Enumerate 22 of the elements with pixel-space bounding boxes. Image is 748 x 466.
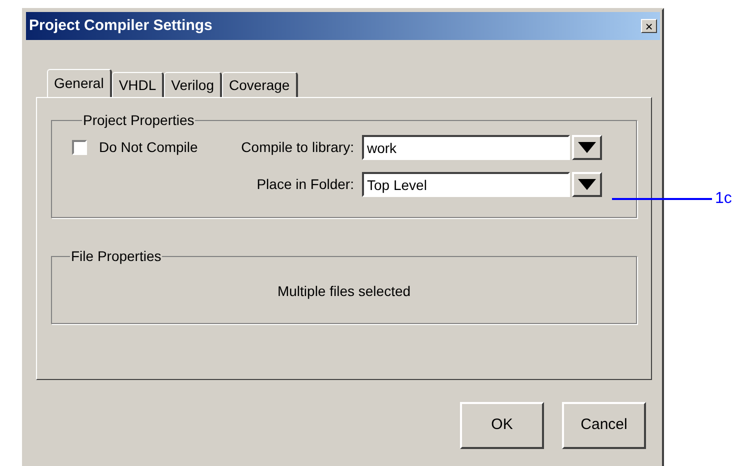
tab[interactable]: Coverage	[222, 72, 298, 97]
group-title: Project Properties	[82, 111, 196, 130]
field-label: Compile to library:	[240, 138, 355, 157]
tab[interactable]: Verilog	[164, 72, 222, 97]
input-field[interactable]: Top Level	[362, 172, 570, 197]
checkbox-label: Do Not Compile	[99, 138, 198, 157]
caret-icon	[578, 179, 596, 190]
status-message: Multiple files selected	[277, 282, 411, 301]
dropdown-button[interactable]	[572, 135, 602, 160]
window-title: Project Compiler Settings	[29, 16, 212, 36]
group-title: File Properties	[70, 247, 162, 266]
dialog-button[interactable]: Cancel	[562, 402, 646, 449]
tab[interactable]: General	[47, 69, 112, 97]
caret-icon	[578, 142, 596, 153]
dropdown-button[interactable]	[572, 172, 602, 197]
field-label: Place in Folder:	[256, 175, 355, 194]
checkbox[interactable]	[72, 140, 87, 155]
dialog-button[interactable]: OK	[460, 402, 544, 449]
tab[interactable]: VHDL	[112, 72, 164, 97]
callout-label: 1c	[715, 189, 732, 209]
close-button[interactable]: ×	[641, 19, 657, 33]
input-field[interactable]: work	[362, 135, 570, 160]
